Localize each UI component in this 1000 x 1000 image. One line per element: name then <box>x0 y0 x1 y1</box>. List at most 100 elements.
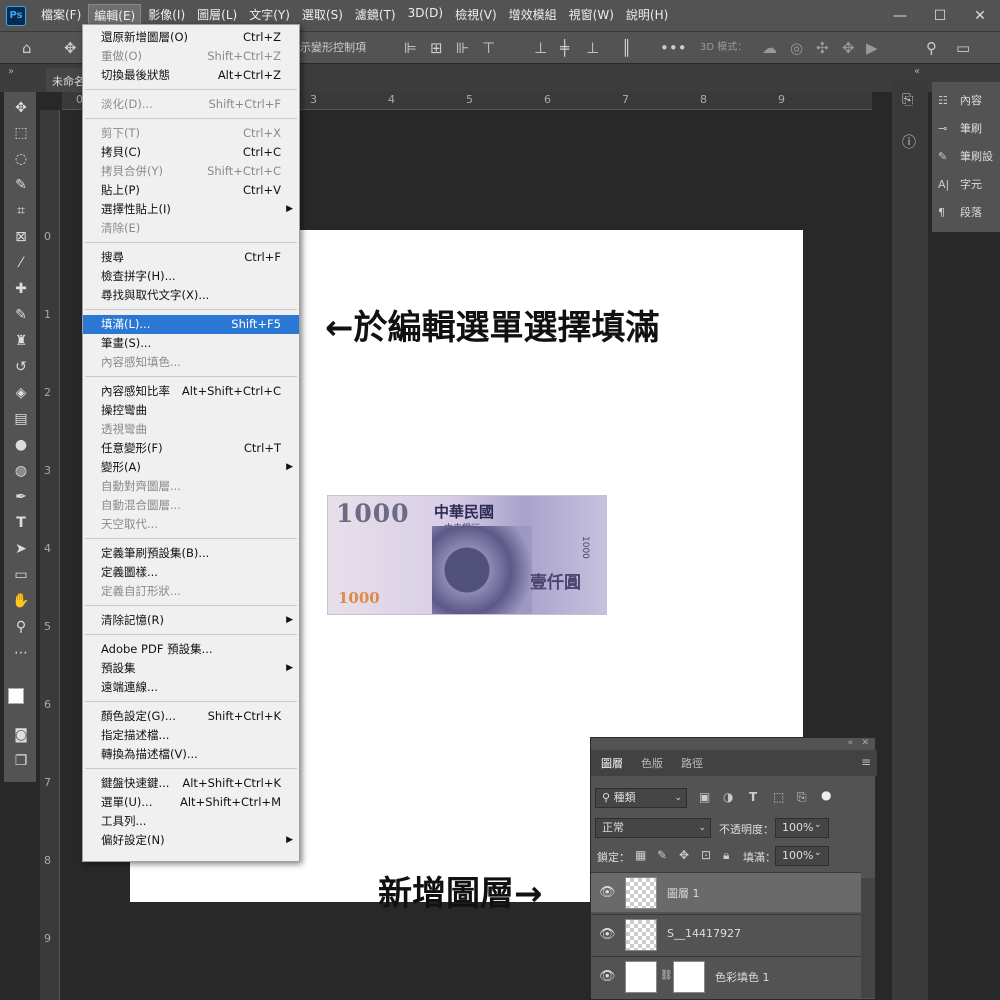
filter-pixel-icon[interactable]: ▣ <box>699 790 710 804</box>
path-select-icon[interactable]: ➤ <box>12 540 30 558</box>
menu-item[interactable]: 定義筆刷預設集(B)... <box>83 544 299 563</box>
collapse-panels-icon[interactable]: « <box>914 66 920 77</box>
menu-item[interactable]: 增效模組 <box>504 4 562 27</box>
menu-item[interactable]: 檢視(V) <box>450 4 502 27</box>
blend-mode-select[interactable]: 正常 ⌄ <box>595 818 711 838</box>
distribute-bottom-icon[interactable]: ⊥ <box>586 39 599 57</box>
layer-row[interactable]: 👁︎ 圖層 1 <box>591 872 861 912</box>
chevron-down-icon[interactable]: ⌄ <box>814 848 822 858</box>
filter-shape-icon[interactable]: ⬚ <box>773 790 784 804</box>
menu-item[interactable]: 濾鏡(T) <box>350 4 401 27</box>
menu-item[interactable]: 轉換為描述檔(V)... <box>83 745 299 764</box>
quick-select-icon[interactable]: ✎ <box>12 176 30 194</box>
eraser-icon[interactable]: ◈ <box>12 384 30 402</box>
dodge-icon[interactable]: ◍ <box>12 462 30 480</box>
distribute-spacing-icon[interactable]: ║ <box>622 39 631 57</box>
lock-pixels-icon[interactable]: ✎ <box>657 848 667 862</box>
3d-roll-icon[interactable]: ◎ <box>790 39 803 57</box>
close-button[interactable]: ✕ <box>960 8 1000 24</box>
info-panel-icon[interactable]: ⓘ <box>902 132 916 152</box>
history-panel-icon[interactable]: ⎘ <box>902 92 913 108</box>
workspace-icon[interactable]: ▭ <box>956 39 970 57</box>
move-tool-icon[interactable]: ✥ <box>64 39 77 57</box>
align-right-icon[interactable]: ⊪ <box>456 39 469 57</box>
menu-item[interactable]: 指定描述檔... <box>83 726 299 745</box>
menu-item[interactable]: 尋找與取代文字(X)... <box>83 286 299 305</box>
3d-orbit-icon[interactable]: ☁ <box>762 39 777 57</box>
more-options-icon[interactable]: ••• <box>660 39 687 57</box>
3d-slide-icon[interactable]: ✥ <box>842 39 855 57</box>
menu-item[interactable]: 3D(D) <box>403 4 448 27</box>
foreground-color-swatch[interactable] <box>8 688 24 704</box>
panel-collapse-icon[interactable]: « <box>847 738 853 748</box>
menu-item[interactable]: 選取(S) <box>297 4 348 27</box>
menu-item[interactable]: 遠端連線... <box>83 678 299 697</box>
menu-item[interactable]: 檢查拼字(H)... <box>83 267 299 286</box>
clone-stamp-icon[interactable]: ♜ <box>12 332 30 350</box>
frame-icon[interactable]: ⊠ <box>12 228 30 246</box>
menu-item[interactable]: 切換最後狀態 Alt+Ctrl+Z <box>83 66 299 85</box>
menu-item[interactable]: 視窗(W) <box>564 4 619 27</box>
align-center-icon[interactable]: ⊞ <box>430 39 443 57</box>
panel-button[interactable]: ☷ 內容 <box>938 92 982 112</box>
lasso-icon[interactable]: ◌ <box>12 150 30 168</box>
collapse-toolbox-icon[interactable]: » <box>8 66 14 77</box>
type-icon[interactable]: T <box>12 514 30 532</box>
crop-icon[interactable]: ⌗ <box>12 202 30 220</box>
layer-filter-select[interactable]: ⚲ 種類 ⌄ <box>595 788 687 808</box>
blur-icon[interactable]: ● <box>12 436 30 454</box>
quick-mask-icon[interactable]: ◙ <box>12 726 30 744</box>
panel-close-icon[interactable]: ✕ <box>861 738 869 748</box>
tab-layers[interactable]: 圖層 <box>601 755 623 771</box>
panel-button[interactable]: ⊸ 筆刷 <box>938 120 982 140</box>
3d-pan-icon[interactable]: ✣ <box>816 39 829 57</box>
filter-toggle-icon[interactable]: ● <box>821 788 831 802</box>
menu-item[interactable]: Adobe PDF 預設集... <box>83 640 299 659</box>
hand-icon[interactable]: ✋ <box>12 592 30 610</box>
menu-item[interactable]: 檔案(F) <box>36 4 86 27</box>
chevron-down-icon[interactable]: ⌄ <box>814 820 822 830</box>
menu-item[interactable]: 定義圖樣... <box>83 563 299 582</box>
healing-brush-icon[interactable]: ✚ <box>12 280 30 298</box>
layer-row[interactable]: 👁︎ ⛓ 色彩填色 1 <box>591 956 861 996</box>
layer-row[interactable]: 👁︎ S__14417927 <box>591 914 861 954</box>
lock-transparency-icon[interactable]: ▦ <box>635 848 646 862</box>
visibility-eye-icon[interactable]: 👁︎ <box>599 969 616 984</box>
eyedropper-icon[interactable]: ⁄ <box>12 254 30 272</box>
menu-item[interactable]: 變形(A) ▶ <box>83 458 299 477</box>
gradient-icon[interactable]: ▤ <box>12 410 30 428</box>
distribute-icon[interactable]: ⊥ <box>534 39 547 57</box>
pen-icon[interactable]: ✒ <box>12 488 30 506</box>
move-icon[interactable]: ✥ <box>12 99 30 117</box>
menu-item[interactable]: 任意變形(F) Ctrl+T <box>83 439 299 458</box>
menu-item[interactable]: 說明(H) <box>621 4 673 27</box>
filter-smart-object-icon[interactable]: ⎘ <box>797 790 807 805</box>
menu-item[interactable]: 鍵盤快速鍵... Alt+Shift+Ctrl+K <box>83 774 299 793</box>
home-icon[interactable]: ⌂ <box>22 39 32 57</box>
mask-link-icon[interactable]: ⛓ <box>660 970 673 981</box>
transform-controls-label[interactable]: 示變形控制項 <box>300 39 366 57</box>
menu-item[interactable]: 操控彎曲 <box>83 401 299 420</box>
tab-paths[interactable]: 路徑 <box>681 755 703 771</box>
menu-item[interactable]: 選擇性貼上(I) ▶ <box>83 200 299 219</box>
menu-item[interactable]: 填滿(L)... Shift+F5 <box>83 315 299 334</box>
menu-item[interactable]: 選單(U)... Alt+Shift+Ctrl+M <box>83 793 299 812</box>
more-tools-icon[interactable]: ⋯ <box>12 644 30 662</box>
menu-item[interactable]: 貼上(P) Ctrl+V <box>83 181 299 200</box>
history-brush-icon[interactable]: ↺ <box>12 358 30 376</box>
align-left-icon[interactable]: ⊫ <box>404 39 417 57</box>
menu-item[interactable]: 工具列... <box>83 812 299 831</box>
tab-channels[interactable]: 色版 <box>641 755 663 771</box>
layers-scrollbar[interactable] <box>861 878 875 998</box>
filter-type-icon[interactable]: T <box>749 790 757 804</box>
brush-icon[interactable]: ✎ <box>12 306 30 324</box>
menu-item[interactable]: 清除記憶(R) ▶ <box>83 611 299 630</box>
3d-camera-icon[interactable]: ▶ <box>866 39 878 57</box>
zoom-icon[interactable]: ⚲ <box>12 618 30 636</box>
menu-item[interactable]: 筆畫(S)... <box>83 334 299 353</box>
lock-artboard-icon[interactable]: ⊡ <box>701 848 711 862</box>
menu-item[interactable]: 內容感知比率 Alt+Shift+Ctrl+C <box>83 382 299 401</box>
menu-item[interactable]: 顏色設定(G)... Shift+Ctrl+K <box>83 707 299 726</box>
visibility-eye-icon[interactable]: 👁︎ <box>599 927 616 942</box>
visibility-eye-icon[interactable]: 👁︎ <box>599 885 616 900</box>
